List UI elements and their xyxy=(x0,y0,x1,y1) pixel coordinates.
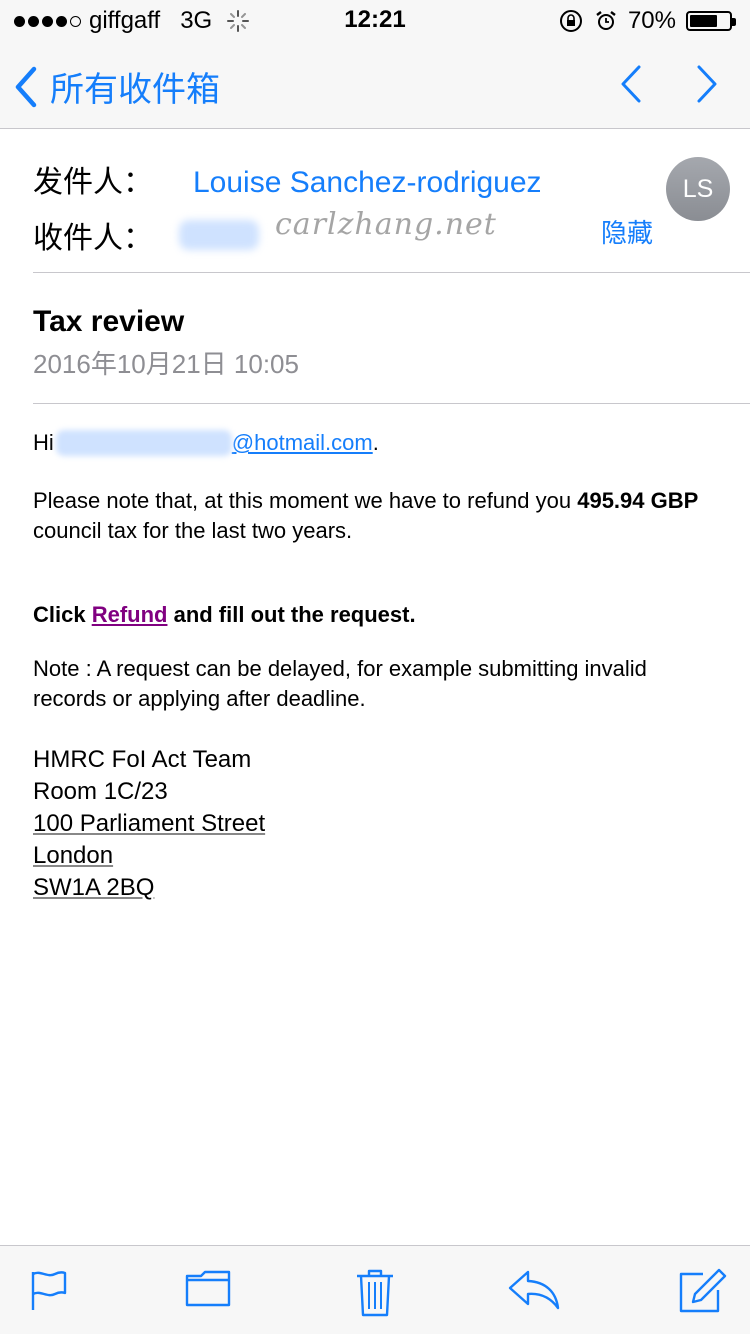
address-line: HMRC FoI Act Team xyxy=(33,746,252,773)
watermark: carlzhang.net xyxy=(275,207,497,242)
instruction-text: and fill out the request. xyxy=(167,602,416,627)
refund-instruction: Click Refund and fill out the request. xyxy=(33,600,416,630)
hide-details-button[interactable]: 隐藏 xyxy=(601,213,653,250)
next-message-button[interactable] xyxy=(692,64,722,104)
refund-amount: 495.94 GBP xyxy=(577,488,699,513)
address-link[interactable]: SW1A 2BQ xyxy=(33,872,265,904)
sender-name[interactable]: Louise Sanchez-rodriguez xyxy=(193,166,542,200)
email-link[interactable]: @hotmail.com xyxy=(232,428,373,458)
message-subject: Tax review xyxy=(33,305,185,338)
paragraph-text: Please note that, at this moment we have… xyxy=(33,488,578,513)
folder-icon[interactable] xyxy=(185,1268,231,1308)
reply-icon[interactable] xyxy=(508,1268,560,1312)
paragraph-text: council tax for the last two years. xyxy=(33,518,353,543)
flag-icon[interactable] xyxy=(29,1268,69,1312)
divider xyxy=(33,403,750,404)
divider xyxy=(33,272,750,273)
recipient-name-redacted[interactable] xyxy=(179,220,259,250)
avatar[interactable]: LS xyxy=(666,157,730,221)
from-row: 发件人： Louise Sanchez-rodriguez xyxy=(33,157,542,201)
instruction-text: Click xyxy=(33,602,92,627)
bottom-toolbar xyxy=(0,1245,750,1334)
orientation-lock-icon xyxy=(559,10,582,32)
address-line: Room 1C/23 xyxy=(33,778,168,805)
previous-message-button[interactable] xyxy=(616,64,646,104)
chevron-left-icon xyxy=(15,66,37,107)
trash-icon[interactable] xyxy=(355,1268,395,1318)
battery-percentage: 70% xyxy=(627,7,676,34)
greeting-suffix: . xyxy=(372,430,379,455)
status-right: 70% xyxy=(558,6,736,36)
note-paragraph: Note : A request can be delayed, for exa… xyxy=(33,656,647,711)
to-label: 收件人： xyxy=(33,222,153,255)
status-bar: giffgaff 3G 12:21 70% xyxy=(0,0,750,40)
address-link[interactable]: 100 Parliament Street xyxy=(33,808,265,840)
battery-icon xyxy=(686,11,736,31)
refund-paragraph: Please note that, at this moment we have… xyxy=(33,486,723,546)
compose-icon[interactable] xyxy=(679,1268,727,1314)
message-date: 2016年10月21日 10:05 xyxy=(33,349,299,379)
refund-link[interactable]: Refund xyxy=(92,602,168,627)
greeting: Hi @hotmail.com. xyxy=(33,428,379,458)
greeting-prefix: Hi xyxy=(33,430,54,455)
email-local-part-redacted[interactable] xyxy=(55,430,232,456)
navigation-bar: 所有收件箱 xyxy=(0,40,750,129)
sender-address: HMRC FoI Act Team Room 1C/23 100 Parliam… xyxy=(33,744,265,904)
alarm-icon xyxy=(596,11,616,30)
back-button[interactable]: 所有收件箱 xyxy=(14,62,220,111)
to-row: 收件人： xyxy=(33,213,259,257)
back-button-label: 所有收件箱 xyxy=(50,71,220,109)
address-link[interactable]: London xyxy=(33,840,265,872)
from-label: 发件人： xyxy=(33,166,153,199)
battery-fill xyxy=(690,15,717,27)
